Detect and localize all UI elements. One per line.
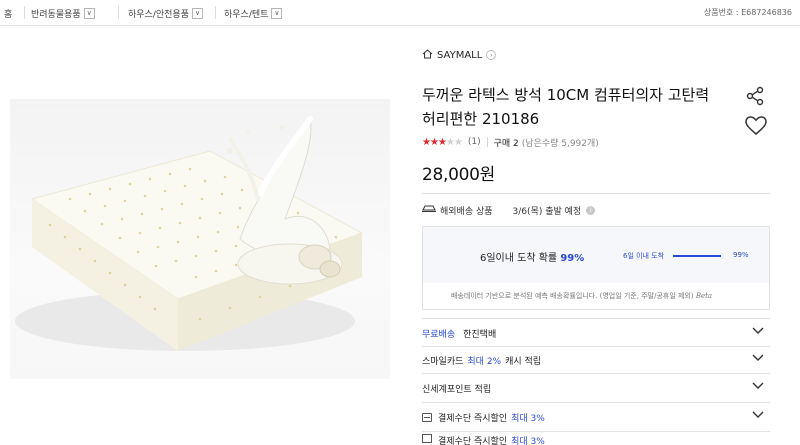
smile-card-rate: 최대 2%	[467, 356, 502, 367]
estimate-progress-fill	[673, 255, 721, 257]
breadcrumb-item-pet[interactable]: 반려동물용품 ∨	[31, 5, 95, 21]
star-empty-icon: ★	[445, 136, 455, 148]
partial-label: 결제수단 즉시할인	[438, 437, 508, 445]
chevron-down-icon[interactable]	[752, 327, 764, 338]
divider	[422, 318, 770, 319]
overseas-shipping-icon	[422, 204, 436, 216]
row-free-shipping[interactable]: 무료배송 한진택배	[422, 320, 770, 346]
chevron-down-icon[interactable]	[752, 382, 764, 393]
payment-discount-label: 결제수단 즉시할인	[438, 413, 508, 424]
shinsegae-point-label: 신세계포인트 적립	[422, 384, 492, 395]
smile-card-label: 스마일카드	[422, 356, 464, 367]
breadcrumb-item-house[interactable]: 하우스/안전용품 ∨	[128, 5, 203, 21]
latex-cushion-illustration	[15, 116, 364, 351]
wishlist-heart-icon[interactable]	[745, 116, 767, 140]
remaining-stock: (남은수량 5,992개)	[521, 138, 599, 149]
breadcrumb-label: 반려동물용품	[31, 9, 81, 20]
estimate-progress-bar	[673, 255, 721, 257]
divider	[422, 402, 770, 403]
estimate-percent: 99%	[560, 253, 585, 264]
estimate-bar-label: 6일 이내 도착	[623, 252, 665, 260]
shipping-type: 해외배송 상품	[440, 206, 493, 217]
divider	[118, 6, 119, 19]
row-smile-card[interactable]: 스마일카드 최대 2% 캐시 적립	[422, 347, 770, 373]
product-title: 두꺼운 라텍스 방석 10CM 컴퓨터의자 고탄력 허리편한 210186	[422, 86, 710, 128]
price: 28,000원	[422, 165, 496, 185]
star-filled-icon: ★	[422, 136, 431, 148]
chevron-down-icon[interactable]: ∨	[192, 7, 203, 19]
courier-name: 한진택배	[463, 329, 497, 340]
star-rating[interactable]: ★★★★★	[422, 136, 463, 148]
product-number: 상품번호 : E687246836	[703, 8, 792, 17]
delivery-estimate-box: 6일이내 도착 확률 99% 6일 이내 도착 99% 배송데이터 기반으로 분…	[422, 226, 770, 310]
row-shinsegae-point[interactable]: 신세계포인트 적립	[422, 375, 770, 401]
free-shipping-label: 무료배송	[422, 329, 456, 340]
divider	[24, 6, 25, 19]
row-payment-discount[interactable]: 결제수단 즉시할인 최대 3%	[422, 404, 770, 430]
shipping-date: 3/6(목) 출발 예정	[512, 206, 582, 217]
smile-card-suffix: 캐시 적립	[505, 356, 542, 367]
shop-home-icon	[422, 48, 433, 62]
estimate-bar-percent: 99%	[733, 251, 749, 259]
purchase-count: 구매 2	[493, 138, 519, 149]
divider	[422, 431, 770, 432]
chevron-right-icon: ›	[486, 50, 497, 60]
breadcrumb-label: 하우스/안전용품	[128, 9, 189, 20]
credit-card-icon	[422, 412, 432, 422]
breadcrumb: 홈 반려동물용품 ∨ 하우스/안전용품 ∨ 하우스/텐트 ∨ 상품번호 : E6…	[0, 0, 800, 26]
estimate-headline: 6일이내 도착 확률 99%	[480, 249, 584, 264]
estimate-note-text: 배송데이터 기반으로 분석된 예측 배송확률입니다. (영업일 기준, 주말/공…	[451, 292, 694, 300]
estimate-summary: 6일이내 도착 확률 99% 6일 이내 도착 99%	[423, 227, 769, 283]
beta-label: Beta	[695, 292, 713, 300]
chevron-down-icon[interactable]: ∨	[271, 7, 283, 19]
divider	[422, 373, 770, 374]
estimate-label: 6일이내 도착 확률	[480, 253, 558, 264]
breadcrumb-label: 홈	[4, 9, 13, 20]
star-filled-icon: ★	[429, 136, 439, 148]
chevron-down-icon[interactable]: ∨	[83, 7, 95, 19]
row-partial-cutoff[interactable]: 결제수단 즉시할인 최대 3%	[422, 434, 770, 445]
payment-discount-rate: 최대 3%	[511, 413, 545, 424]
brand-name: SAYMALL	[437, 49, 483, 61]
rating-summary: ★★★★★ (1) 구매 2 (남은수량 5,992개)	[422, 135, 599, 149]
chevron-down-icon[interactable]	[752, 411, 764, 422]
credit-card-icon	[422, 434, 432, 443]
partial-rate: 최대 3%	[511, 437, 545, 445]
chevron-down-icon[interactable]	[752, 354, 764, 365]
review-count[interactable]: (1)	[468, 137, 481, 147]
brand-link[interactable]: SAYMALL ›	[422, 47, 497, 63]
share-icon[interactable]	[745, 86, 765, 110]
breadcrumb-home[interactable]: 홈	[4, 5, 12, 21]
shipping-info: 해외배송 상품 3/6(목) 출발 예정 i	[422, 203, 596, 217]
divider	[486, 137, 488, 147]
star-empty-icon: ★	[453, 136, 463, 148]
info-icon[interactable]: i	[586, 205, 596, 215]
estimate-note: 배송데이터 기반으로 분석된 예측 배송확률입니다. (영업일 기준, 주말/공…	[451, 291, 712, 301]
product-image[interactable]	[10, 99, 390, 379]
divider	[215, 6, 216, 19]
star-filled-icon: ★	[437, 136, 447, 148]
divider	[422, 193, 770, 194]
breadcrumb-label: 하우스/텐트	[224, 9, 269, 20]
breadcrumb-item-tent[interactable]: 하우스/텐트 ∨	[224, 5, 283, 21]
